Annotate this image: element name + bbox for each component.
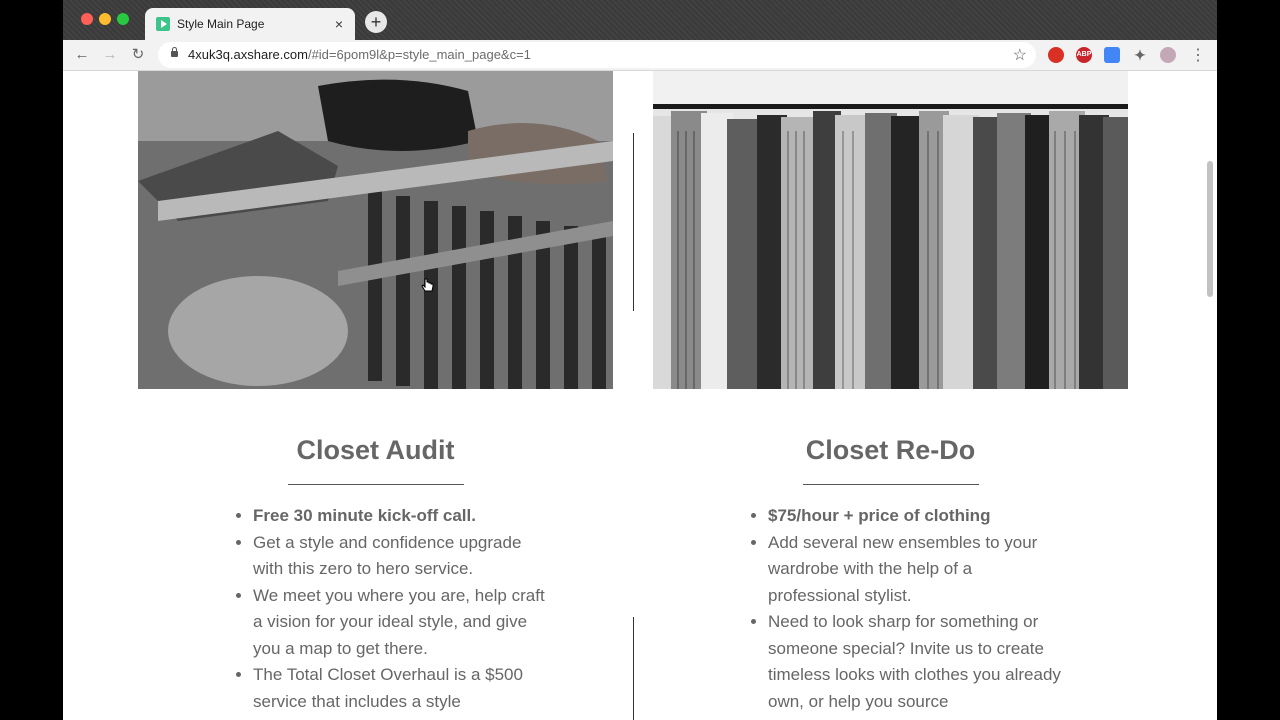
list-item: We meet you where you are, help craft a … [253, 583, 553, 663]
list-item: Need to look sharp for something or some… [768, 609, 1068, 715]
tab-title: Style Main Page [177, 17, 265, 31]
accessories-photo [138, 71, 613, 389]
closet-audit-card: Closet Audit Free 30 minute kick-off cal… [138, 431, 613, 715]
list-item: Get a style and confidence upgrade with … [253, 530, 553, 583]
title-underline [287, 484, 464, 485]
list-item: $75/hour + price of clothing [768, 503, 1068, 530]
closet-redo-card: Closet Re-Do $75/hour + price of clothin… [653, 431, 1128, 715]
page-scrollbar-thumb[interactable] [1207, 161, 1213, 297]
accessories-photo-art [138, 71, 613, 389]
extension-shield-icon[interactable] [1048, 47, 1064, 63]
back-button[interactable]: ← [72, 45, 92, 65]
close-window-button[interactable] [81, 13, 93, 25]
title-underline [802, 484, 979, 485]
column-divider [633, 617, 634, 720]
tab-close-icon[interactable]: × [331, 16, 347, 32]
url-text[interactable]: 4xuk3q.axshare.com/#id=6pom9l&p=style_ma… [188, 47, 531, 62]
title-bar: Style Main Page × + [63, 0, 1217, 40]
page-viewport: Closet Audit Free 30 minute kick-off cal… [63, 71, 1217, 720]
address-bar[interactable]: 4xuk3q.axshare.com/#id=6pom9l&p=style_ma… [158, 42, 1036, 68]
url-path: /#id=6pom9l&p=style_main_page&c=1 [307, 47, 531, 62]
list-item: The Total Closet Overhaul is a $500 serv… [253, 662, 553, 715]
minimize-window-button[interactable] [99, 13, 111, 25]
extensions-puzzle-icon[interactable]: ✦ [1132, 47, 1148, 63]
url-host: 4xuk3q.axshare.com [188, 47, 308, 62]
list-item: Free 30 minute kick-off call. [253, 503, 553, 530]
profile-avatar[interactable] [1160, 47, 1176, 63]
closet-audit-list: Free 30 minute kick-off call. Get a styl… [235, 503, 553, 715]
closet-audit-title: Closet Audit [296, 435, 455, 465]
translate-extension-icon[interactable] [1104, 47, 1120, 63]
browser-tab[interactable]: Style Main Page × [145, 8, 355, 40]
list-item: Add several new ensembles to your wardro… [768, 530, 1068, 610]
column-divider [633, 133, 634, 311]
hand-cursor-icon [421, 278, 434, 292]
browser-menu-icon[interactable]: ⋮ [1190, 45, 1206, 65]
zoom-window-button[interactable] [117, 13, 129, 25]
clothing-rack-photo-art [653, 71, 1128, 389]
reload-button[interactable]: ↻ [128, 45, 148, 65]
closet-redo-list: $75/hour + price of clothing Add several… [750, 503, 1068, 715]
adblock-extension-icon[interactable]: ABP [1076, 47, 1092, 63]
clothing-rack-photo [653, 71, 1128, 389]
forward-button[interactable]: → [100, 45, 120, 65]
new-tab-button[interactable]: + [365, 11, 387, 33]
bookmark-star-icon[interactable]: ☆ [1013, 45, 1027, 65]
closet-redo-title: Closet Re-Do [805, 435, 976, 465]
axure-favicon-icon [156, 17, 170, 31]
lock-icon[interactable] [171, 47, 178, 57]
browser-toolbar: ← → ↻ 4xuk3q.axshare.com/#id=6pom9l&p=st… [63, 40, 1217, 71]
browser-window: Style Main Page × + ← → ↻ 4xuk3q.axshare… [63, 0, 1217, 720]
